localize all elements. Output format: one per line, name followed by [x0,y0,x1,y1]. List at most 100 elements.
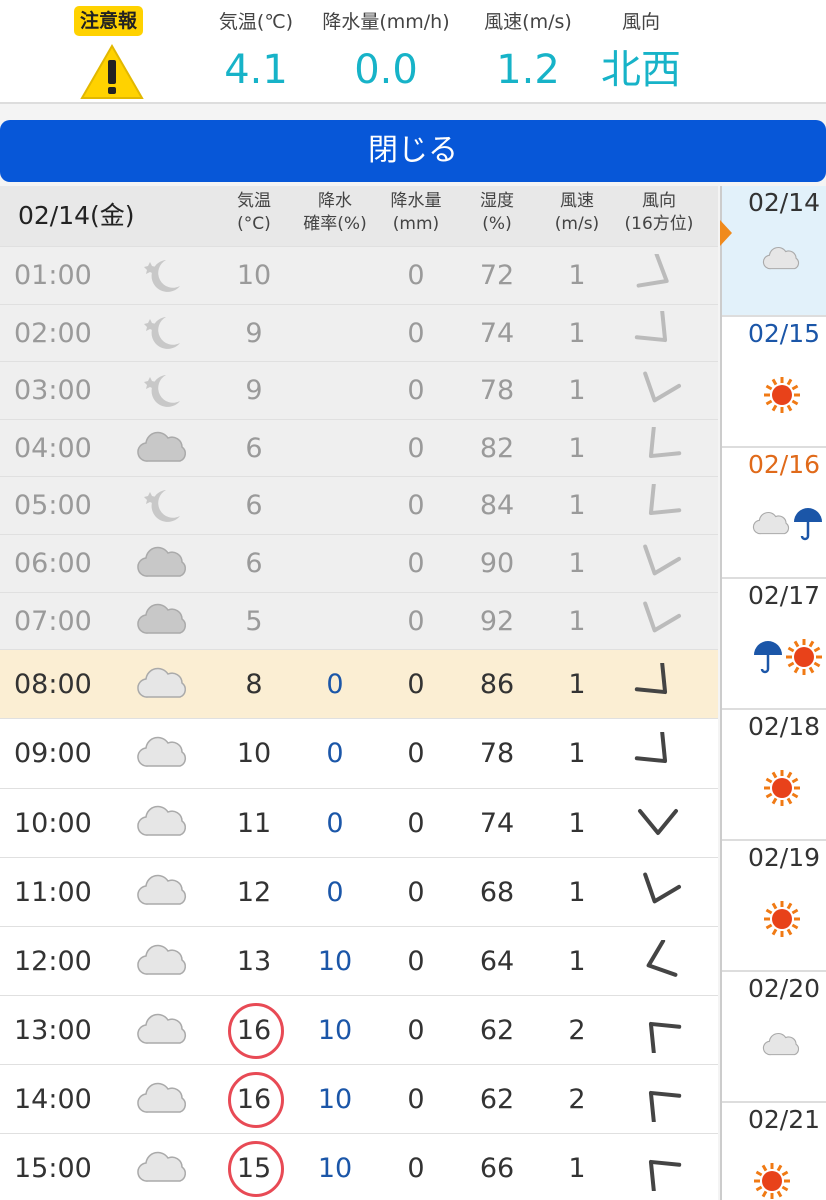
warning-icon [80,44,144,99]
cloud-icon [136,429,190,471]
row-wind-speed: 1 [568,260,586,291]
row-precip-amount: 0 [407,738,425,770]
row-humidity: 72 [479,260,515,291]
daily-forecast-item[interactable]: 02/15 [722,317,826,448]
table-row: 06:00 6 0 90 1 [0,533,718,592]
row-wind-speed: 2 [568,1084,586,1116]
wind-direction-label: 風向 [621,11,660,33]
wind-direction-arrow-icon [632,542,684,586]
row-time: 04:00 [14,432,92,464]
wind-direction-arrow-icon [632,369,684,413]
header-label: 気温 [237,191,271,211]
daily-forecast-item[interactable]: 02/19 [722,841,826,972]
header-precip-amount: 降水量 (mm) [380,190,452,236]
row-time: 14:00 [14,1084,92,1116]
row-temperature: 11 [236,807,272,839]
temperature-stat: 気温(℃) 4.1 [204,0,308,96]
table-row: 14:00 16 10 0 62 2 [0,1064,718,1134]
daily-forecast-item[interactable]: 02/17 [722,579,826,710]
header-unit: 確率(%) [303,214,367,234]
row-temperature: 16 [236,1015,272,1047]
daily-forecast-item[interactable]: 02/14 [722,186,826,317]
row-time: 07:00 [14,605,92,637]
row-humidity: 62 [479,1015,515,1047]
table-row: 13:00 16 10 0 62 2 [0,995,718,1065]
row-wind-speed: 1 [568,945,586,977]
row-precip-amount: 0 [407,375,425,407]
daily-forecast-item[interactable]: 02/21 [722,1103,826,1200]
row-precip-amount: 0 [407,317,425,349]
header-label: 湿度 [480,191,514,211]
row-precip-probability: 10 [317,1153,353,1185]
row-time: 01:00 [14,260,92,291]
cloud-icon [136,734,190,776]
table-date: 02/14(金) [18,201,135,230]
cloud-icon [762,244,802,278]
header-temperature: 気温 (°C) [222,190,286,236]
row-time: 02:00 [14,317,92,349]
table-body: 01:00 10 0 72 1 02:00 9 0 74 1 03:00 9 0 78 1 04:00 6 0 82… [0,246,718,1200]
table-row: 12:00 13 10 0 64 1 [0,925,718,996]
cloud-icon [136,1080,190,1122]
daily-weather-icons [762,768,802,812]
close-button[interactable]: 閉じる [0,120,826,182]
row-humidity: 78 [479,375,515,407]
header-unit: (m/s) [554,214,600,234]
daily-forecast-item[interactable]: 02/18 [722,710,826,841]
row-precip-amount: 0 [407,260,425,291]
sun-icon [762,899,802,943]
warning-badge[interactable]: 注意報 [72,6,164,99]
table-header: 02/14(金) 気温 (°C) 降水 確率(%) 降水量 (mm) 湿度 (%… [0,186,718,246]
row-temperature: 6 [245,547,263,579]
header-label: 降水 [318,191,352,211]
row-precip-amount: 0 [407,945,425,977]
wind-direction-arrow-icon [632,1009,684,1054]
daily-weather-icons [762,244,802,278]
row-wind-speed: 2 [568,1015,586,1047]
row-precip-probability: 0 [326,738,344,770]
row-humidity: 90 [479,547,515,579]
row-temperature: 15 [236,1153,272,1185]
daily-date: 02/14 [748,188,821,217]
row-humidity: 62 [479,1084,515,1116]
row-time: 11:00 [14,876,92,908]
row-humidity: 74 [479,317,515,349]
daily-date: 02/21 [748,1105,821,1134]
wind-speed-stat: 風速(m/s) 1.2 [476,0,580,96]
cloud-icon [136,1011,190,1053]
daily-forecast-list: 02/14 02/15 02/16 02/17 02/18 02/19 02/20 02/21 [720,186,826,1200]
row-precip-amount: 0 [407,1015,425,1047]
row-wind-speed: 1 [568,547,586,579]
row-humidity: 82 [479,432,515,464]
row-precip-probability: 10 [317,945,353,977]
row-precip-amount: 0 [407,605,425,637]
wind-direction-arrow-icon [632,425,684,471]
daily-forecast-item[interactable]: 02/20 [722,972,826,1103]
row-wind-speed: 1 [568,490,586,522]
wind-direction-arrow-icon [632,730,684,776]
row-temperature: 16 [236,1084,272,1116]
cloud-icon [136,601,190,643]
cloud-icon [762,1030,802,1064]
daily-forecast-item[interactable]: 02/16 [722,448,826,579]
row-time: 08:00 [14,669,92,701]
wind-direction-arrow-icon [632,1147,684,1193]
row-temperature: 10 [236,738,272,770]
row-humidity: 66 [479,1153,515,1185]
table-row: 02:00 9 0 74 1 [0,303,718,362]
wind-direction-stat: 風向 北西 [586,0,696,96]
daily-date: 02/15 [748,319,821,348]
row-precip-amount: 0 [407,876,425,908]
row-humidity: 64 [479,945,515,977]
header-unit: (%) [482,214,512,234]
table-row: 07:00 5 0 92 1 [0,591,718,650]
row-wind-speed: 1 [568,432,586,464]
row-humidity: 74 [479,807,515,839]
precipitation-label: 降水量(mm/h) [322,11,450,33]
table-row: 10:00 11 0 0 74 1 [0,787,718,857]
row-wind-speed: 1 [568,876,586,908]
row-time: 05:00 [14,490,92,522]
header-wind-speed: 風速 (m/s) [544,190,610,236]
sun-icon [762,375,802,419]
row-temperature: 9 [245,375,263,407]
